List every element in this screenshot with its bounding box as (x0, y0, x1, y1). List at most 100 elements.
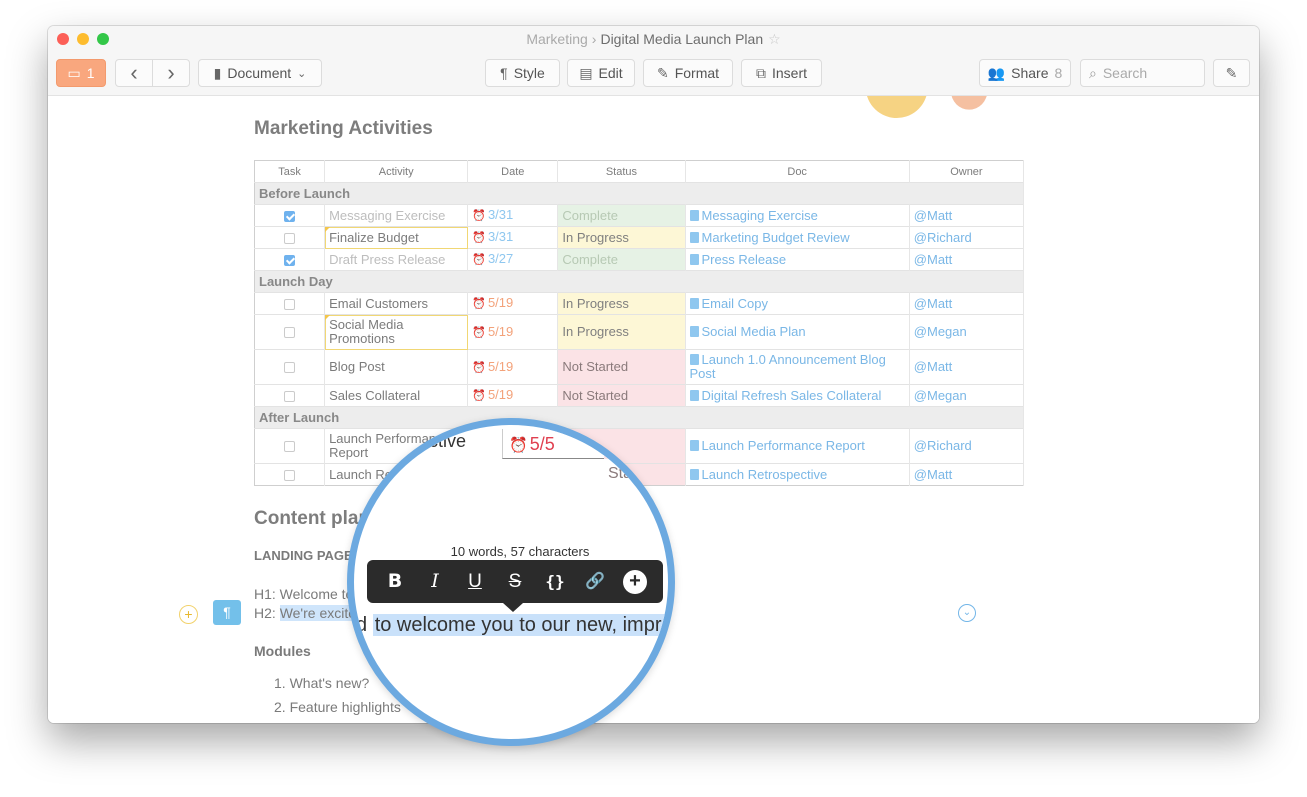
activity-cell[interactable]: Social Media Promotions (324, 314, 469, 350)
doc-link[interactable]: Launch Performance Report (702, 438, 865, 453)
code-button[interactable]: {} (540, 560, 570, 603)
date-cell[interactable]: 3/31 (488, 207, 513, 222)
task-checkbox[interactable] (284, 327, 296, 339)
activity-cell[interactable]: Sales Collateral (324, 384, 469, 407)
paragraph-style-button[interactable]: ¶ (213, 600, 241, 625)
task-checkbox[interactable] (284, 441, 296, 453)
add-comment-icon[interactable]: + (179, 605, 198, 624)
back-button[interactable]: ‹ (115, 59, 153, 87)
insert-icon: ⧉ (755, 64, 766, 81)
edit-button[interactable]: ▤ Edit (567, 59, 635, 87)
brush-icon: ✎ (656, 64, 669, 81)
status-cell[interactable]: Not Started (557, 349, 686, 385)
pilcrow-icon: ¶ (500, 65, 508, 81)
owner-mention[interactable]: @Richard (909, 226, 1025, 249)
activity-cell[interactable]: Email Customers (324, 292, 469, 315)
pilcrow-icon: ¶ (223, 604, 231, 620)
document-menu-button[interactable]: ▮ Document ⌄ (198, 59, 322, 87)
owner-mention[interactable]: @Matt (909, 204, 1025, 227)
compose-button[interactable]: ✎ (1213, 59, 1250, 87)
owner-mention[interactable]: @Matt (909, 292, 1025, 315)
doc-link[interactable]: Social Media Plan (702, 324, 806, 339)
owner-mention[interactable]: @Matt (909, 463, 1025, 486)
table-row: Sales Collateral ⏰ 5/19 Not Started Digit… (254, 384, 1025, 407)
sidebar-icon: ▭ (67, 64, 81, 81)
doc-link[interactable]: Launch Retrospective (702, 467, 828, 482)
status-cell[interactable]: Not Started (557, 384, 686, 407)
style-button[interactable]: ¶ Style (485, 59, 560, 87)
doc-link[interactable]: Launch 1.0 Announcement Blog Post (690, 352, 886, 381)
activity-cell[interactable]: Messaging Exercise (324, 204, 469, 227)
chevron-down-icon[interactable]: ⌄ (958, 604, 976, 622)
date-cell[interactable]: 5/19 (488, 295, 513, 310)
strikethrough-button[interactable]: S (500, 560, 530, 603)
task-checkbox[interactable] (284, 254, 296, 266)
share-button[interactable]: 👥 Share 8 (979, 59, 1071, 87)
column-header-doc[interactable]: Doc (685, 160, 910, 183)
status-cell[interactable]: In Progress (557, 314, 686, 350)
activity-cell[interactable]: Finalize Budget (324, 226, 469, 249)
date-cell[interactable]: 5/19 (488, 359, 513, 374)
comment-marker-icon (325, 227, 331, 232)
date-cell[interactable]: 5/19 (488, 324, 513, 339)
doc-link[interactable]: Marketing Budget Review (702, 230, 850, 245)
task-checkbox[interactable] (284, 210, 296, 222)
owner-mention[interactable]: @Megan (909, 314, 1025, 350)
link-icon[interactable]: 🔗 (580, 560, 610, 603)
owner-mention[interactable]: @Megan (909, 384, 1025, 407)
task-checkbox[interactable] (284, 232, 296, 244)
column-header-status[interactable]: Status (557, 160, 686, 183)
bold-button[interactable]: B (380, 560, 410, 603)
forward-button[interactable]: › (152, 59, 190, 87)
search-input[interactable]: ⌕ Search (1080, 59, 1205, 87)
status-cell[interactable]: Complete (557, 248, 686, 271)
share-label: Share (1011, 65, 1049, 81)
table-row: Social Media Promotions ⏰ 5/19 In Progres… (254, 314, 1025, 350)
add-comment-button[interactable]: + (620, 560, 650, 603)
underline-button[interactable]: U (460, 560, 490, 603)
doc-icon (689, 354, 699, 365)
format-button[interactable]: ✎ Format (643, 59, 733, 87)
column-header-activity[interactable]: Activity (324, 160, 469, 183)
alarm-icon: ⏰ (472, 210, 486, 222)
document-title: Digital Media Launch Plan (600, 31, 764, 47)
comment-marker-icon (325, 315, 331, 320)
doc-link[interactable]: Messaging Exercise (702, 208, 818, 223)
magnified-date-text: 5/5 (529, 434, 555, 454)
date-cell[interactable]: 3/27 (488, 251, 513, 266)
doc-link[interactable]: Digital Refresh Sales Collateral (702, 388, 882, 403)
owner-mention[interactable]: @Matt (909, 248, 1025, 271)
status-cell[interactable]: Complete (557, 204, 686, 227)
doc-link[interactable]: Press Release (702, 252, 787, 267)
column-header-date[interactable]: Date (467, 160, 559, 183)
owner-mention[interactable]: @Richard (909, 428, 1025, 464)
date-cell[interactable]: 5/19 (488, 387, 513, 402)
word-count-tooltip: 10 words, 57 characters (450, 544, 590, 559)
italic-button[interactable]: I (420, 560, 450, 603)
date-cell[interactable]: 3/31 (488, 229, 513, 244)
sidebar-toggle-button[interactable]: ▭ 1 (56, 59, 106, 87)
search-icon: ⌕ (1089, 64, 1097, 81)
alarm-icon: ⏰ (509, 437, 528, 454)
activity-cell[interactable]: Blog Post (324, 349, 469, 385)
doc-link[interactable]: Email Copy (702, 296, 768, 311)
star-icon[interactable]: ☆ (768, 31, 781, 47)
status-cell[interactable]: In Progress (557, 226, 686, 249)
column-header-owner[interactable]: Owner (909, 160, 1025, 183)
h2-prefix: H2: (254, 605, 280, 621)
task-checkbox[interactable] (284, 469, 296, 481)
task-checkbox[interactable] (284, 362, 296, 374)
activity-cell[interactable]: Draft Press Release (324, 248, 469, 271)
column-header-task[interactable]: Task (254, 160, 326, 183)
task-checkbox[interactable] (284, 390, 296, 402)
chevron-down-icon: ⌄ (297, 67, 307, 80)
owner-mention[interactable]: @Matt (909, 349, 1025, 385)
chevron-right-icon: › (167, 60, 175, 85)
alarm-icon: ⏰ (472, 298, 486, 310)
status-cell[interactable]: In Progress (557, 292, 686, 315)
modules-heading: Modules (254, 643, 311, 659)
insert-button[interactable]: ⧉ Insert (741, 59, 822, 87)
doc-icon (689, 253, 699, 265)
breadcrumb-parent[interactable]: Marketing (526, 31, 587, 47)
task-checkbox[interactable] (284, 298, 296, 310)
